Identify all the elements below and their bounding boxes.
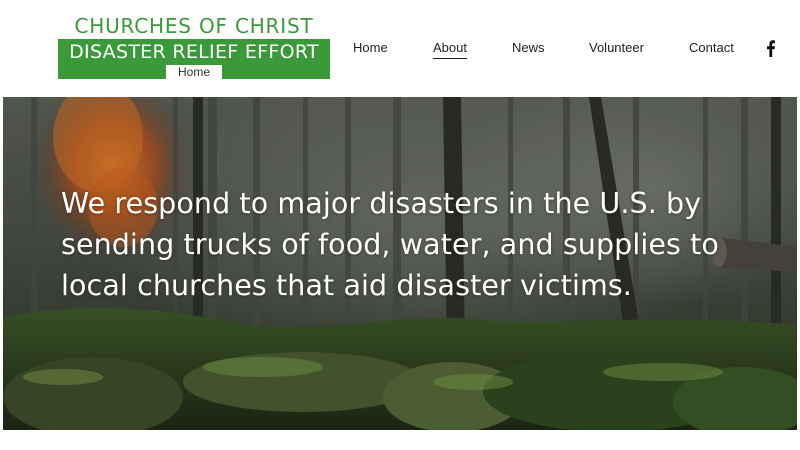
logo-home-label: Home — [166, 65, 222, 79]
hero-headline: We respond to major disasters in the U.S… — [61, 187, 719, 302]
nav-item-contact[interactable]: Contact — [689, 38, 734, 58]
facebook-glyph — [767, 40, 775, 57]
facebook-icon[interactable] — [763, 39, 777, 57]
nav-item-volunteer[interactable]: Volunteer — [589, 38, 644, 58]
page-bottom-strip — [0, 430, 800, 450]
site-logo[interactable]: CHURCHES OF CHRIST DISASTER RELIEF EFFOR… — [58, 14, 330, 82]
site-header: CHURCHES OF CHRIST DISASTER RELIEF EFFOR… — [0, 0, 800, 96]
nav-item-news[interactable]: News — [512, 38, 545, 58]
nav-item-home[interactable]: Home — [353, 38, 388, 58]
nav-item-about[interactable]: About — [433, 38, 467, 59]
logo-title-line: CHURCHES OF CHRIST — [74, 14, 314, 38]
logo-subtitle-line: DISASTER RELIEF EFFORT — [69, 41, 319, 63]
page: CHURCHES OF CHRIST DISASTER RELIEF EFFOR… — [0, 0, 800, 450]
hero-banner: We respond to major disasters in the U.S… — [3, 97, 797, 430]
logo-green-band: DISASTER RELIEF EFFORT Home — [58, 39, 330, 79]
